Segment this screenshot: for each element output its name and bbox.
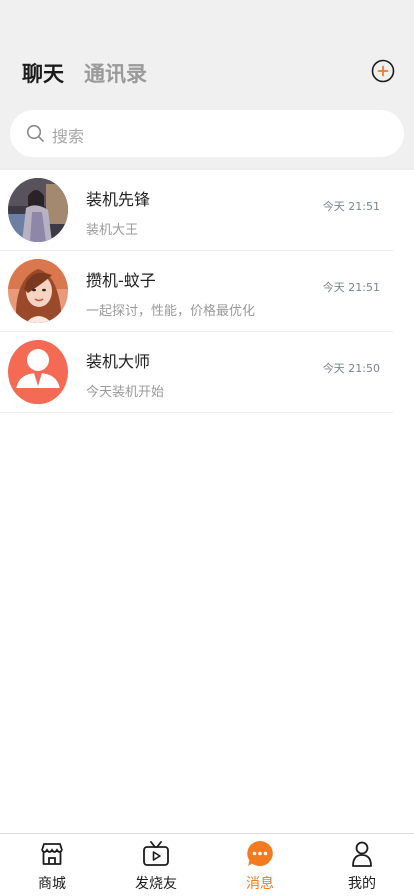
chat-time: 今天 21:51 — [322, 200, 380, 213]
person-icon — [347, 839, 377, 869]
nav-label: 发烧友 — [135, 876, 177, 892]
chat-time: 今天 21:50 — [322, 362, 380, 375]
nav-item-messages[interactable]: 消息 — [208, 834, 312, 896]
chat-name: 装机先锋 — [86, 190, 151, 209]
chat-name: 装机大师 — [86, 352, 151, 371]
chat-preview: 一起探讨，性能，价格最优化 — [86, 304, 256, 319]
default-user-avatar[interactable] — [8, 340, 68, 404]
plus-circle-icon[interactable] — [371, 59, 395, 83]
nav-label: 消息 — [246, 876, 274, 892]
message-icon — [245, 839, 275, 869]
tv-icon — [141, 839, 171, 869]
nav-label: 我的 — [348, 876, 376, 892]
header-area: 聊天 通讯录 搜索 — [0, 0, 414, 170]
chat-item-2[interactable]: 攒机-蚊子 一起探讨，性能，价格最优化 今天 21:51 — [0, 251, 414, 332]
tab-chat[interactable]: 聊天 — [22, 58, 64, 88]
chat-time: 今天 21:51 — [322, 281, 380, 294]
tab-contacts[interactable]: 通讯录 — [84, 58, 147, 88]
avatar[interactable] — [8, 178, 68, 242]
chat-item-1[interactable]: 装机先锋 装机大王 今天 21:51 — [0, 170, 414, 251]
nav-item-shop[interactable]: 商城 — [0, 834, 104, 896]
chat-preview: 装机大王 — [86, 223, 139, 238]
search-bar[interactable]: 搜索 — [10, 110, 404, 157]
shop-icon — [37, 839, 67, 869]
chat-preview: 今天装机开始 — [86, 385, 165, 400]
chat-item-3[interactable]: 装机大师 今天装机开始 今天 21:50 — [0, 332, 414, 413]
chat-name: 攒机-蚊子 — [86, 271, 156, 290]
search-icon — [26, 124, 45, 143]
nav-item-mine[interactable]: 我的 — [310, 834, 414, 896]
chat-list: 装机先锋 装机大王 今天 21:51 攒机-蚊子 一起探讨，性能，价格最优化 今… — [0, 170, 414, 413]
search-placeholder: 搜索 — [52, 127, 85, 146]
nav-label: 商城 — [38, 876, 66, 892]
avatar[interactable] — [8, 259, 68, 323]
nav-item-enthusiast[interactable]: 发烧友 — [104, 834, 208, 896]
bottom-nav: 商城 发烧友 消息 我的 — [0, 833, 414, 896]
